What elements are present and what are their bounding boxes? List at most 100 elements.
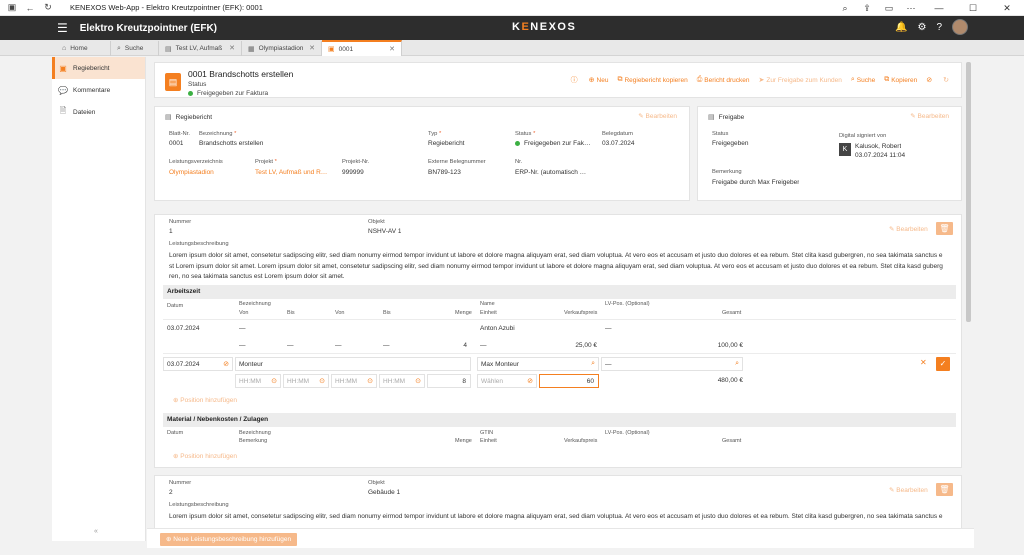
table-cell: —	[239, 325, 246, 332]
table-cell: —	[480, 342, 487, 349]
copy-report-button[interactable]: ⧉ Regiebericht kopieren	[617, 76, 687, 84]
bis-time-input[interactable]: HH:MM ⊙	[283, 374, 329, 388]
kenexos-logo: KENEXOS	[512, 21, 577, 33]
edit-button[interactable]: ✎ Bearbeiten	[889, 486, 928, 494]
date-input[interactable]: 03.07.2024 ⊘	[163, 357, 233, 371]
info-icon: ⓘ	[570, 77, 578, 84]
verkaufspreis-input[interactable]: 60	[539, 374, 599, 388]
close-icon[interactable]: ✕	[309, 44, 315, 52]
search-icon[interactable]: ⌕	[735, 360, 739, 368]
status-badge: Freigegeben zur Faktura	[188, 90, 268, 97]
plus-icon: ⊕	[588, 77, 595, 84]
add-description-button[interactable]: ⊕ Neue Leistungsbeschreibung hinzufügen	[160, 533, 298, 546]
lv-link[interactable]: Olympiastadion	[169, 169, 214, 176]
field-label: Status *	[515, 131, 536, 137]
share-icon[interactable]: ⇪	[856, 3, 878, 14]
von-time-input[interactable]: HH:MM ⊙	[235, 374, 281, 388]
avatar[interactable]	[952, 19, 968, 35]
tab-test-lv[interactable]: ▤ Test LV, Aufmaß ✕	[159, 41, 242, 56]
clock-icon: ⊙	[415, 378, 421, 385]
cancel-row-button[interactable]: ✕	[920, 358, 927, 367]
position-description: Lorem ipsum dolor sit amet, consetetur s…	[169, 513, 943, 520]
field-label: Objekt	[368, 480, 385, 486]
release-to-customer-button[interactable]: ➤ Zur Freigabe zum Kunden	[758, 76, 841, 85]
bis2-time-input[interactable]: HH:MM ⊙	[379, 374, 425, 388]
minimize-icon[interactable]: —	[922, 3, 956, 13]
scrollbar[interactable]	[966, 62, 971, 322]
delete-position-button[interactable]: 🗑	[936, 222, 953, 235]
arbeitszeit-header: Arbeitszeit	[163, 285, 956, 299]
info-button[interactable]: ⓘ	[571, 75, 580, 85]
confirm-row-button[interactable]: ✓	[936, 357, 950, 371]
lvpos-input[interactable]: — ⌕	[601, 357, 743, 371]
new-button[interactable]: ⊕ Neu	[588, 76, 609, 85]
edit-button[interactable]: ✎ Bearbeiten	[638, 112, 677, 120]
einheit-select[interactable]: Wählen ⊘	[477, 374, 537, 388]
column-header: Einheit	[480, 438, 497, 444]
tab-home[interactable]: ⌂ Home	[56, 41, 111, 56]
table-cell: —	[287, 342, 294, 349]
sidebar-item-kommentare[interactable]: 💬 Kommentare	[52, 79, 145, 101]
delete-button[interactable]: ⊘	[926, 76, 934, 84]
add-position-button[interactable]: ⊕ Position hinzufügen	[173, 396, 237, 404]
zoom-icon[interactable]: ⌕	[834, 3, 856, 14]
cast-icon[interactable]: ▭	[878, 3, 900, 14]
tab-0001[interactable]: ▣ 0001 ✕	[322, 40, 402, 56]
search-icon[interactable]: ⌕	[591, 360, 595, 368]
calendar-clear-icon[interactable]: ⊘	[223, 360, 229, 368]
search-icon: ⌕	[117, 44, 121, 52]
folder-icon: ▤	[165, 45, 172, 53]
field-label: Digital signiert von	[839, 133, 887, 139]
column-header: LV-Pos. (Optional)	[605, 301, 650, 307]
projekt-link[interactable]: Test LV, Aufmaß und R…	[255, 169, 331, 176]
field-label: Typ *	[428, 131, 442, 137]
tab-olympiastadion[interactable]: ▦ Olympiastadion ✕	[242, 41, 322, 56]
sidebar-item-regiebericht[interactable]: ▣ Regiebericht	[52, 57, 145, 79]
column-header: Menge	[455, 438, 472, 444]
back-icon[interactable]: ←	[24, 2, 36, 14]
print-report-button[interactable]: ⎙ Bericht drucken	[697, 76, 750, 84]
edit-button[interactable]: ✎ Bearbeiten	[889, 225, 928, 233]
window-titlebar: ▣ ← ↻ KENEXOS Web-App - Elektro Kreutzpo…	[0, 0, 1024, 16]
reload-icon[interactable]: ↻	[42, 2, 54, 14]
refresh-button[interactable]: ↻	[943, 76, 951, 84]
tab-suche[interactable]: ⌕ Suche	[111, 41, 159, 56]
trash-icon: 🗑	[939, 224, 950, 233]
collapse-sidebar-icon[interactable]: «	[94, 528, 98, 535]
table-cell: Anton Azubi	[480, 325, 515, 332]
field-label: Externe Belegnummer	[428, 159, 486, 165]
name-input[interactable]: Max Monteur ⌕	[477, 357, 599, 371]
clone-button[interactable]: ⧉ Kopieren	[884, 76, 917, 84]
menu-icon[interactable]: ☰	[57, 21, 68, 35]
print-icon: ⎙	[696, 76, 703, 83]
search-button[interactable]: ⌕ Suche	[851, 76, 875, 84]
field-label: Bemerkung	[712, 169, 742, 175]
clock-icon: ⊙	[367, 378, 373, 385]
edit-button[interactable]: ✎ Bearbeiten	[910, 112, 949, 120]
bell-icon[interactable]: 🔔	[895, 22, 907, 33]
field-label: Nummer	[169, 219, 192, 225]
field-label: Objekt	[368, 219, 385, 225]
close-window-icon[interactable]: ✕	[990, 3, 1024, 14]
copy-icon: ⧉	[884, 76, 890, 83]
gear-icon[interactable]: ⚙	[917, 22, 926, 33]
add-material-button[interactable]: ⊕ Position hinzufügen	[173, 452, 237, 460]
menge-input[interactable]: 8	[427, 374, 471, 388]
sidebar-item-dateien[interactable]: 🗎 Dateien	[52, 101, 145, 123]
belegdatum-value: 03.07.2024	[602, 140, 635, 147]
more-icon[interactable]: ⋯	[900, 3, 922, 14]
delete-position-button[interactable]: 🗑	[936, 483, 953, 496]
column-header: Bezeichnung	[239, 301, 271, 307]
main-content: ▤ 0001 Brandschotts erstellen Status Fre…	[147, 57, 974, 541]
clock-icon: ⊙	[271, 378, 277, 385]
maximize-icon[interactable]: ☐	[956, 3, 990, 14]
column-header: Verkaufspreis	[564, 310, 598, 316]
help-icon[interactable]: ?	[936, 22, 942, 33]
close-icon[interactable]: ✕	[389, 45, 395, 53]
bezeichnung-input[interactable]: Monteur	[235, 357, 471, 371]
clear-icon[interactable]: ⊘	[527, 377, 533, 385]
check-icon: ✓	[939, 359, 947, 368]
close-icon[interactable]: ✕	[229, 44, 235, 52]
von2-time-input[interactable]: HH:MM ⊙	[331, 374, 377, 388]
status-value: Freigegeben zur Fak…	[515, 140, 590, 147]
